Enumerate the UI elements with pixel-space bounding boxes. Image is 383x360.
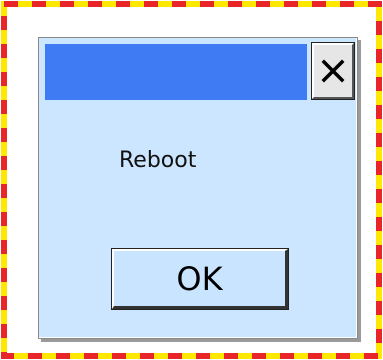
close-button[interactable] xyxy=(311,42,355,100)
dialog-message: Reboot xyxy=(119,148,197,173)
ok-button[interactable]: OK xyxy=(111,248,289,310)
title-bar[interactable] xyxy=(45,44,307,100)
ok-button-label: OK xyxy=(176,259,223,298)
close-icon xyxy=(321,59,345,83)
reboot-dialog: Reboot OK xyxy=(38,37,358,339)
